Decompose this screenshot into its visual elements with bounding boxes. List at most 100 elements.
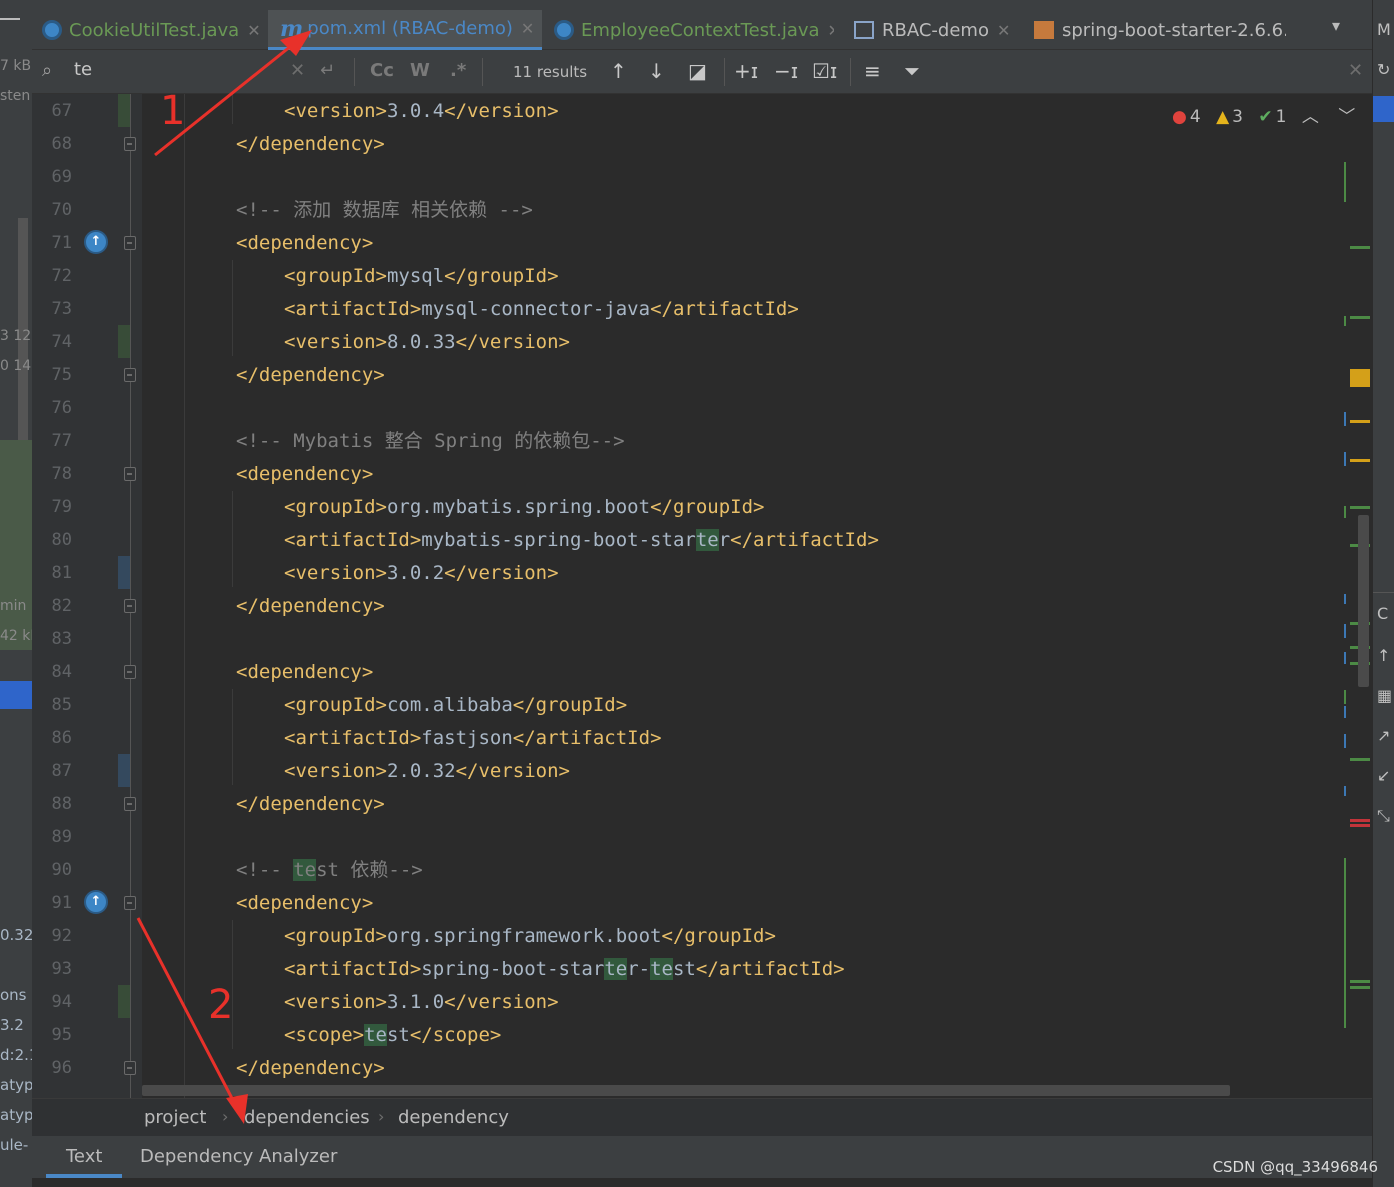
line-number[interactable]: 93 (32, 953, 72, 986)
code-line[interactable]: </dependency> (236, 1052, 385, 1085)
arrow-up-icon[interactable]: ↑ (610, 59, 627, 83)
line-number[interactable]: 81 (32, 557, 72, 590)
vcs-change-marker[interactable] (118, 325, 130, 358)
code-line[interactable]: <groupId>com.alibaba</groupId> (284, 689, 627, 722)
search-input[interactable]: te (74, 59, 92, 80)
line-number[interactable]: 86 (32, 722, 72, 755)
line-number[interactable]: 83 (32, 623, 72, 656)
line-number[interactable]: 70 (32, 194, 72, 227)
stripe-marker[interactable] (1344, 706, 1346, 718)
line-number[interactable]: 94 (32, 986, 72, 1019)
editor-gutter[interactable]: 67 68 69 70 71 72 73 74 75 76 77 78 79 80 81 82 83 84 85 86… (32, 94, 142, 1098)
line-number[interactable]: 85 (32, 689, 72, 722)
stripe-marker[interactable] (1350, 819, 1370, 822)
line-number[interactable]: 87 (32, 755, 72, 788)
code-line[interactable]: <!-- test 依赖--> (236, 854, 423, 887)
close-icon[interactable]: ✕ (1348, 60, 1363, 81)
regex-toggle[interactable]: .* (450, 60, 466, 81)
select-all-matches-icon[interactable]: ☑ɪ (812, 59, 837, 83)
line-number[interactable]: 69 (32, 161, 72, 194)
vcs-change-marker[interactable] (118, 556, 130, 589)
line-number[interactable]: 92 (32, 920, 72, 953)
code-line[interactable]: <artifactId>fastjson</artifactId> (284, 722, 662, 755)
tab-cookieutiltest[interactable]: CookieUtilTest.java ✕ (42, 10, 268, 50)
newline-icon[interactable]: ↵ (320, 60, 335, 81)
code-line[interactable]: </dependency> (236, 788, 385, 821)
line-number[interactable]: 82 (32, 590, 72, 623)
select-all-occurrences-icon[interactable]: ◪ (688, 59, 707, 83)
code-line[interactable]: <version>2.0.32</version> (284, 755, 570, 788)
project-panel-edge[interactable]: 7 kB sten 3 12 0 14 min 42 kB 0.32 ons 3… (0, 0, 32, 1187)
code-line[interactable]: <artifactId>mysql-connector-java</artifa… (284, 293, 799, 326)
vcs-change-marker[interactable] (118, 754, 130, 787)
code-line[interactable]: <version>3.0.4</version> (284, 95, 559, 128)
line-number[interactable]: 77 (32, 425, 72, 458)
stripe-marker[interactable] (1350, 986, 1370, 989)
code-line[interactable]: <scope>test</scope> (284, 1019, 501, 1052)
minimize-icon[interactable] (0, 18, 20, 20)
stripe-marker[interactable] (1350, 369, 1370, 387)
stripe-marker[interactable] (1344, 858, 1346, 1028)
code-line[interactable]: <dependency> (236, 887, 373, 920)
code-line[interactable]: <version>3.0.2</version> (284, 557, 559, 590)
add-occurrence-icon[interactable]: +ɪ (734, 59, 758, 83)
stripe-marker[interactable] (1344, 624, 1346, 638)
previous-highlight-icon[interactable]: ︿ (1302, 107, 1319, 127)
line-number[interactable]: 78 (32, 458, 72, 491)
overridden-dependency-icon[interactable]: ↑ (84, 230, 108, 254)
next-highlight-icon[interactable]: ﹀ (1338, 107, 1355, 127)
line-number[interactable]: 75 (32, 359, 72, 392)
line-number[interactable]: 95 (32, 1019, 72, 1052)
line-number[interactable]: 72 (32, 260, 72, 293)
stripe-marker[interactable] (1344, 652, 1346, 664)
tab-text[interactable]: Text (66, 1146, 102, 1167)
collapse-icon[interactable]: ⤡ (1377, 806, 1390, 826)
code-line[interactable]: <artifactId>spring-boot-starter-test</ar… (284, 953, 845, 986)
line-number[interactable]: 89 (32, 821, 72, 854)
chevron-down-icon[interactable]: ▾ (1332, 16, 1340, 35)
code-line[interactable]: <dependency> (236, 227, 373, 260)
stripe-marker[interactable] (1350, 824, 1370, 827)
fold-end-icon[interactable] (124, 599, 136, 613)
panel-selected-row[interactable] (0, 681, 32, 709)
tool-c-icon[interactable]: C (1377, 604, 1388, 623)
arrow-up-icon[interactable]: ↑ (1377, 646, 1390, 665)
fold-end-icon[interactable] (124, 368, 136, 382)
close-icon[interactable]: ✕ (247, 21, 260, 40)
overridden-dependency-icon[interactable]: ↑ (84, 890, 108, 914)
vertical-scrollbar[interactable] (1358, 515, 1369, 687)
stripe-marker[interactable] (1350, 316, 1370, 319)
breadcrumb-project[interactable]: project (144, 1107, 206, 1128)
stripe-marker[interactable] (1350, 506, 1370, 509)
whole-words-toggle[interactable]: W (410, 60, 430, 81)
fold-end-icon[interactable] (124, 797, 136, 811)
clear-icon[interactable]: ✕ (290, 60, 305, 81)
stripe-marker[interactable] (1344, 594, 1346, 604)
tab-spring-boot-starter[interactable]: spring-boot-starter-2.6.6. (1034, 10, 1286, 50)
fold-start-icon[interactable] (124, 665, 136, 679)
code-line[interactable]: <version>3.1.0</version> (284, 986, 559, 1019)
vcs-change-marker[interactable] (118, 985, 130, 1018)
line-number[interactable]: 67 (32, 95, 72, 128)
filter-icon[interactable]: ⏷ (904, 59, 920, 83)
vcs-change-marker[interactable] (118, 94, 130, 127)
tool-selected-marker[interactable] (1373, 96, 1394, 122)
line-number[interactable]: 84 (32, 656, 72, 689)
close-icon[interactable]: ✕ (997, 21, 1010, 40)
stripe-marker[interactable] (1350, 758, 1370, 761)
stripe-marker[interactable] (1350, 246, 1370, 249)
fold-end-icon[interactable] (124, 1061, 136, 1075)
code-line[interactable]: <groupId>mysql</groupId> (284, 260, 559, 293)
breadcrumb-dependencies[interactable]: dependencies (244, 1107, 370, 1128)
arrow-down-icon[interactable]: ↓ (648, 59, 665, 83)
remove-occurrence-icon[interactable]: −ɪ (774, 59, 798, 83)
tab-rbac-demo[interactable]: RBAC-demo ✕ (854, 10, 1014, 50)
code-line[interactable]: <artifactId>mybatis-spring-boot-starter<… (284, 524, 879, 557)
stripe-marker[interactable] (1344, 316, 1346, 326)
line-number[interactable]: 88 (32, 788, 72, 821)
fold-start-icon[interactable] (124, 467, 136, 481)
line-number[interactable]: 68 (32, 128, 72, 161)
horizontal-scrollbar[interactable] (142, 1085, 1230, 1096)
code-line[interactable]: <dependency> (236, 458, 373, 491)
line-number[interactable]: 91 (32, 887, 72, 920)
